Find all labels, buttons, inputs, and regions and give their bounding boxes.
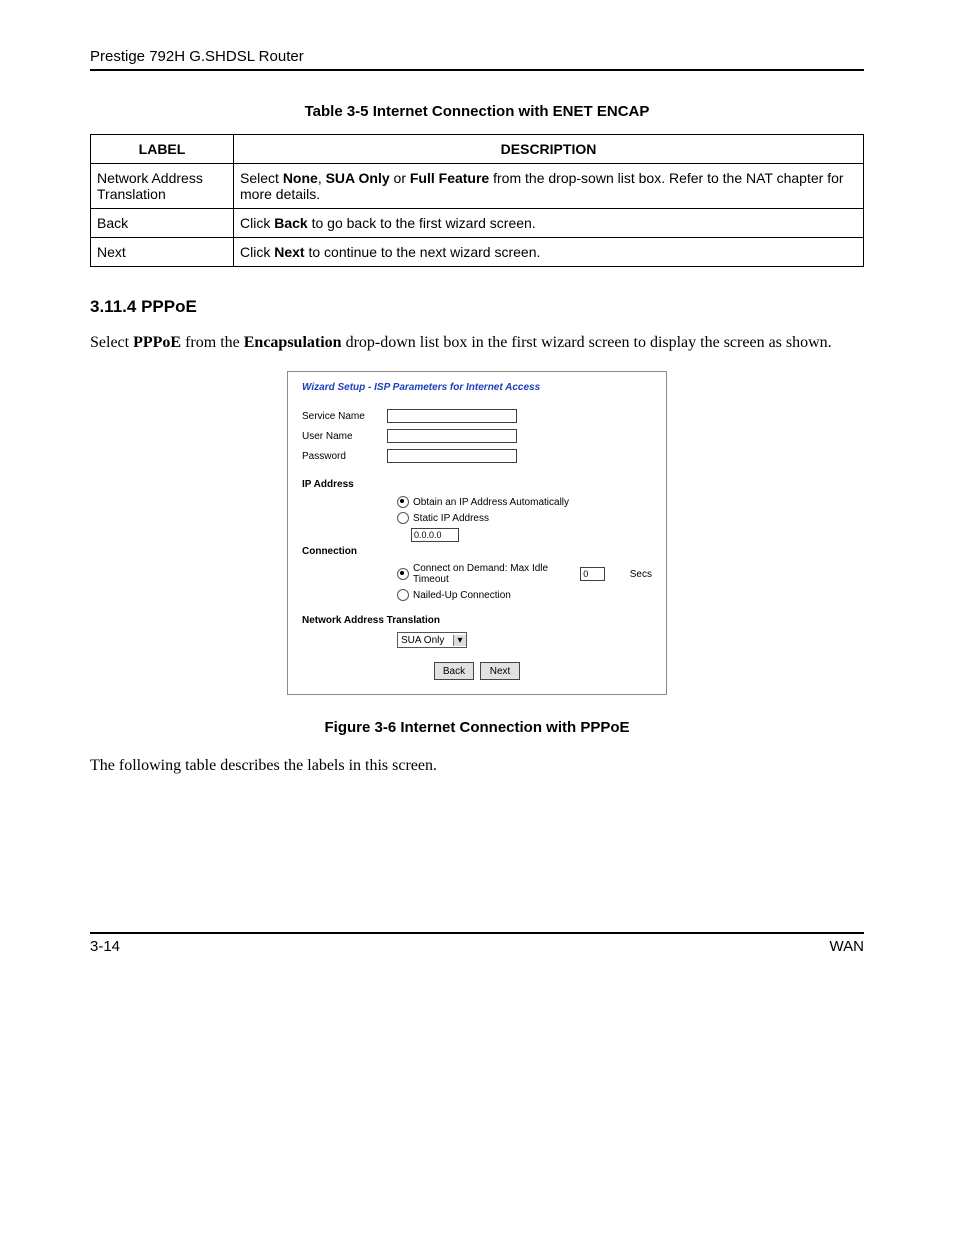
user-name-input[interactable]: [387, 429, 517, 443]
back-button[interactable]: Back: [434, 662, 474, 680]
password-label: Password: [302, 451, 387, 462]
next-button[interactable]: Next: [480, 662, 520, 680]
ip-static-radio[interactable]: [397, 512, 409, 524]
running-header: Prestige 792H G.SHDSL Router: [90, 48, 864, 71]
static-ip-input[interactable]: 0.0.0.0: [411, 528, 459, 542]
nat-select[interactable]: SUA Only ▾: [397, 632, 467, 648]
wizard-panel: Wizard Setup - ISP Parameters for Intern…: [287, 371, 667, 695]
figure-caption: Figure 3-6 Internet Connection with PPPo…: [90, 719, 864, 736]
col-label: LABEL: [91, 135, 234, 164]
ip-auto-text: Obtain an IP Address Automatically: [413, 497, 569, 508]
ip-static-text: Static IP Address: [413, 513, 489, 524]
password-input[interactable]: [387, 449, 517, 463]
conn-nailed-text: Nailed-Up Connection: [413, 590, 511, 601]
table-row: Network Address Translation Select None,…: [91, 164, 864, 209]
service-name-label: Service Name: [302, 411, 387, 422]
conn-demand-unit: Secs: [630, 569, 652, 580]
service-name-input[interactable]: [387, 409, 517, 423]
cell-description: Click Next to continue to the next wizar…: [234, 238, 864, 267]
idle-timeout-input[interactable]: 0: [580, 567, 605, 581]
user-name-label: User Name: [302, 431, 387, 442]
section-paragraph: Select PPPoE from the Encapsulation drop…: [90, 331, 864, 355]
conn-demand-radio[interactable]: [397, 568, 409, 580]
conn-demand-text: Connect on Demand: Max Idle Timeout: [413, 563, 577, 585]
col-description: DESCRIPTION: [234, 135, 864, 164]
wizard-title: Wizard Setup - ISP Parameters for Intern…: [302, 382, 652, 393]
ip-address-label: IP Address: [302, 479, 387, 490]
table-row: Next Click Next to continue to the next …: [91, 238, 864, 267]
following-paragraph: The following table describes the labels…: [90, 754, 864, 778]
cell-label: Network Address Translation: [91, 164, 234, 209]
ip-auto-radio[interactable]: [397, 496, 409, 508]
table-caption: Table 3-5 Internet Connection with ENET …: [90, 103, 864, 120]
nat-label: Network Address Translation: [302, 615, 440, 626]
connection-label: Connection: [302, 546, 387, 557]
table-row: Back Click Back to go back to the first …: [91, 209, 864, 238]
chevron-down-icon: ▾: [453, 635, 466, 646]
cell-label: Back: [91, 209, 234, 238]
description-table: LABEL DESCRIPTION Network Address Transl…: [90, 134, 864, 267]
cell-description: Click Back to go back to the first wizar…: [234, 209, 864, 238]
conn-nailed-radio[interactable]: [397, 589, 409, 601]
cell-description: Select None, SUA Only or Full Feature fr…: [234, 164, 864, 209]
page-number: 3-14: [90, 938, 120, 955]
cell-label: Next: [91, 238, 234, 267]
page-footer: 3-14 WAN: [90, 932, 864, 955]
footer-section: WAN: [830, 938, 864, 955]
section-heading: 3.11.4 PPPoE: [90, 297, 864, 317]
figure-wrapper: Wizard Setup - ISP Parameters for Intern…: [90, 371, 864, 695]
